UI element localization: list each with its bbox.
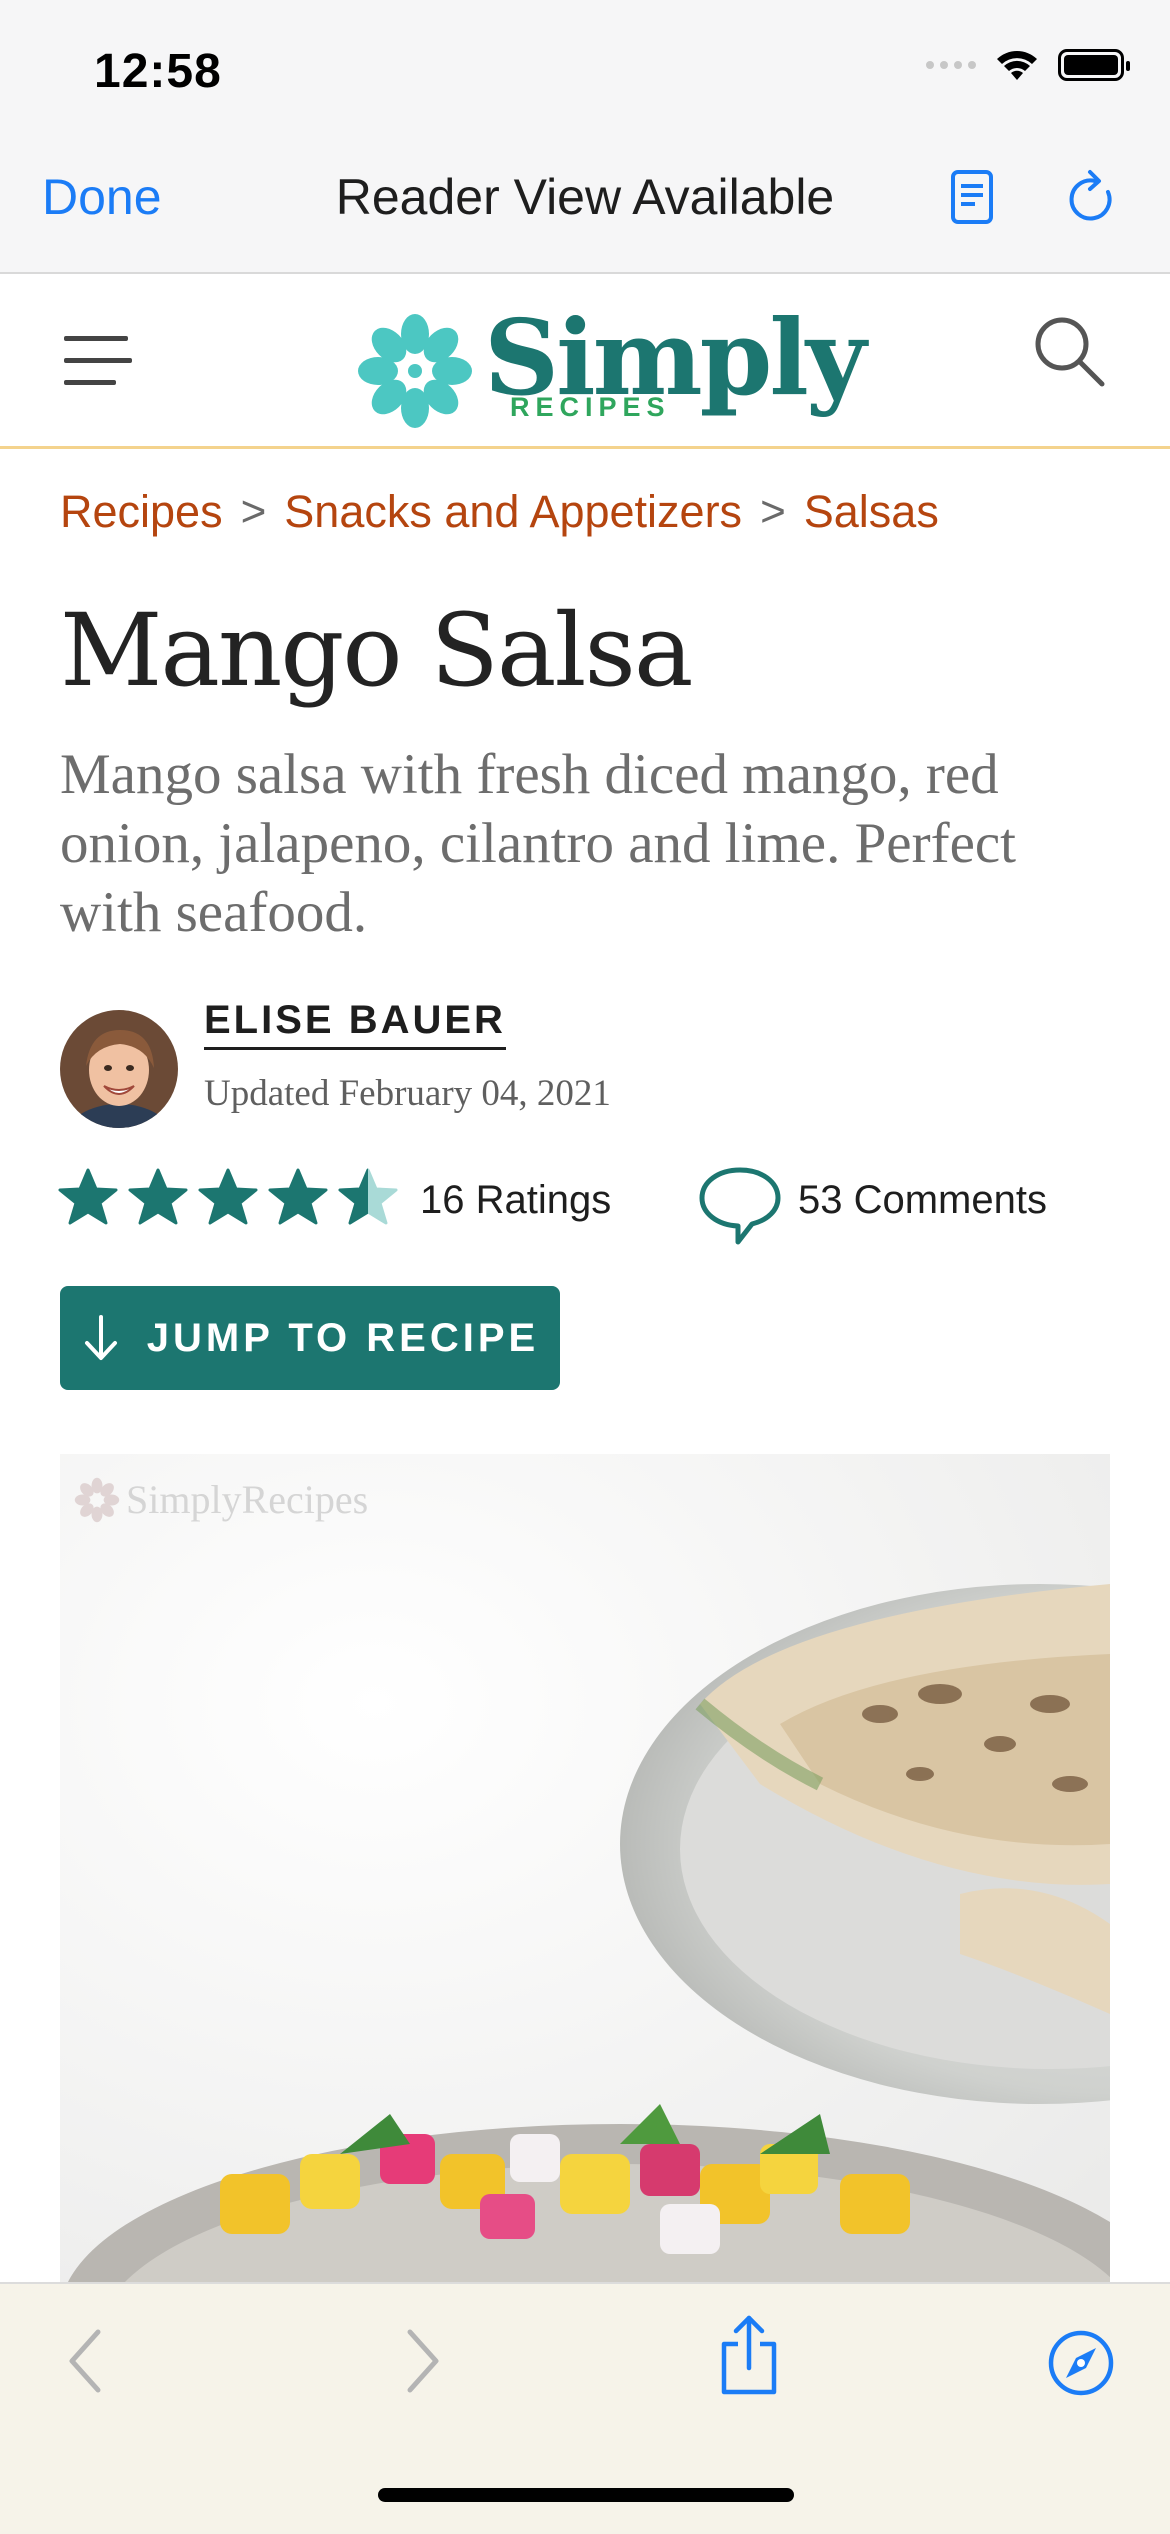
arrow-down-icon	[84, 1315, 117, 1360]
share-icon[interactable]	[716, 2314, 782, 2398]
breadcrumb-link-salsas[interactable]: Salsas	[804, 486, 939, 538]
status-time: 12:58	[94, 45, 222, 98]
chevron-right-icon[interactable]	[400, 2326, 444, 2396]
logo-subtitle: RECIPES	[510, 392, 671, 422]
battery-icon	[1058, 49, 1130, 81]
article-description: Mango salsa with fresh diced mango, red …	[60, 743, 1017, 944]
hero-photo	[60, 1454, 1110, 2284]
compass-icon[interactable]	[1046, 2328, 1116, 2398]
hamburger-menu-icon[interactable]	[64, 336, 132, 402]
half-star-icon	[338, 1168, 398, 1225]
star-icon	[268, 1168, 328, 1225]
page-title: Mango Salsa	[60, 592, 693, 709]
flower-watermark-icon	[74, 1477, 120, 1522]
browser-top-bar: 12:58 Done Reader View Available	[0, 0, 1170, 274]
search-icon[interactable]	[1032, 314, 1108, 390]
site-header: Simply RECIPES	[0, 274, 1170, 449]
speech-bubble-icon[interactable]	[696, 1164, 784, 1248]
watermark-text: SimplyRecipes	[126, 1477, 369, 1522]
ratings-count[interactable]: 16 Ratings	[420, 1178, 611, 1223]
breadcrumb-link-snacks[interactable]: Snacks and Appetizers	[284, 486, 742, 538]
author-avatar[interactable]	[60, 1010, 178, 1128]
updated-date: Updated February 04, 2021	[204, 1073, 611, 1114]
reader-view-icon[interactable]	[948, 168, 998, 226]
breadcrumb-separator: >	[760, 487, 786, 536]
breadcrumb-separator: >	[240, 487, 267, 536]
status-icons	[926, 48, 1130, 82]
hero-image: SimplyRecipes	[60, 1454, 1110, 2284]
home-indicator	[378, 2488, 794, 2502]
breadcrumb-link-recipes[interactable]: Recipes	[60, 486, 223, 538]
star-icon	[128, 1168, 188, 1225]
jump-to-recipe-label: JUMP TO RECIPE	[146, 1315, 540, 1360]
star-rating[interactable]	[58, 1168, 398, 1226]
breadcrumb: Recipes > Snacks and Appetizers > Salsas	[60, 486, 939, 538]
signal-icon	[926, 61, 976, 69]
flower-logo-icon	[358, 314, 472, 428]
photo-watermark: SimplyRecipes	[74, 1476, 368, 1523]
star-icon	[58, 1168, 118, 1225]
jump-to-recipe-button[interactable]: JUMP TO RECIPE	[60, 1286, 560, 1390]
author-name[interactable]: ELISE BAUER	[204, 998, 506, 1050]
reload-icon[interactable]	[1064, 168, 1118, 226]
wifi-icon	[997, 51, 1037, 80]
comments-count[interactable]: 53 Comments	[798, 1178, 1047, 1223]
chevron-left-icon[interactable]	[64, 2326, 108, 2396]
star-icon	[198, 1168, 258, 1225]
site-logo[interactable]: Simply RECIPES	[352, 292, 866, 432]
